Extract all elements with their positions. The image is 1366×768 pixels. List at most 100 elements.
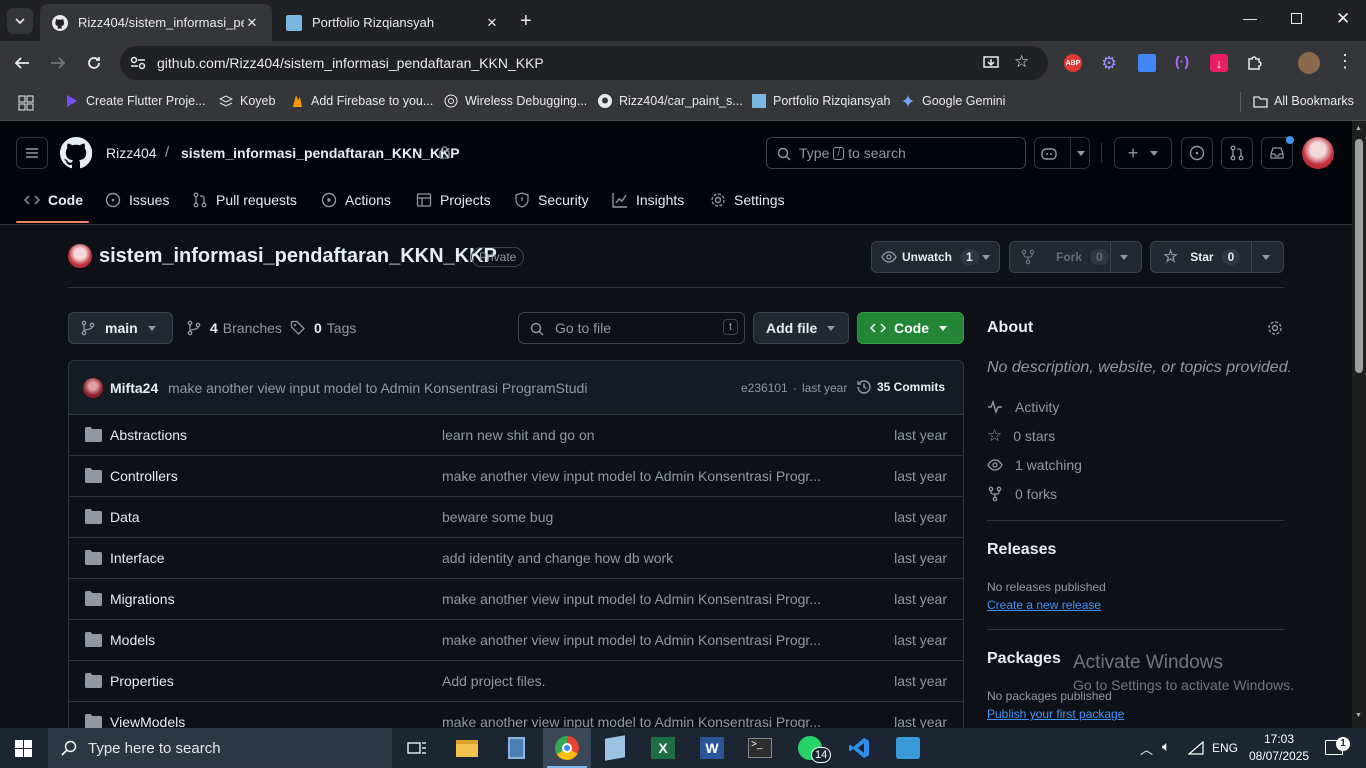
bookmark-wireless-debugging[interactable]: Wireless Debugging... (443, 93, 587, 109)
bookmark-gemini[interactable]: Google Gemini (900, 93, 1005, 109)
address-bar[interactable]: github.com/Rizz404/sistem_informasi_pend… (120, 46, 1048, 80)
table-row[interactable]: Abstractions learn new shit and go on last… (69, 414, 963, 455)
file-name[interactable]: Interface (110, 550, 164, 566)
file-name[interactable]: Abstractions (110, 427, 187, 443)
repo-title[interactable]: sistem_informasi_pendaftaran_KKN_KKP (99, 245, 497, 268)
table-row[interactable]: Properties Add project files. last year (69, 660, 963, 701)
pull-requests-button[interactable] (1221, 137, 1253, 169)
tab-settings[interactable]: Settings (710, 185, 785, 215)
reload-icon[interactable] (86, 55, 102, 71)
tab-security[interactable]: Security (514, 185, 589, 215)
tab-code[interactable]: Code (24, 185, 83, 215)
global-search-input[interactable]: Type / to search (766, 137, 1026, 169)
chrome-icon[interactable] (553, 734, 581, 762)
file-commit-message[interactable]: add identity and change how db work (442, 550, 673, 566)
close-window-icon[interactable]: ✕ (1336, 9, 1350, 29)
bookmark-flutter[interactable]: Create Flutter Proje... (64, 93, 206, 109)
tab-search-button[interactable] (7, 8, 33, 34)
repo-owner-avatar[interactable] (68, 244, 92, 268)
clock-time[interactable]: 17:03 (1264, 732, 1294, 746)
file-commit-message[interactable]: learn new shit and go on (442, 427, 595, 443)
file-name[interactable]: Data (110, 509, 140, 525)
commit-message[interactable]: make another view input model to Admin K… (168, 380, 587, 396)
input-language[interactable]: ENG (1212, 741, 1238, 755)
scroll-up-icon[interactable]: ▲ (1355, 125, 1362, 132)
create-release-link[interactable]: Create a new release (987, 598, 1101, 612)
tab-portfolio[interactable]: Portfolio Rizqiansyah ✕ (274, 4, 512, 41)
commit-hash[interactable]: e236101 (741, 381, 788, 395)
close-tab-icon[interactable]: ✕ (484, 15, 500, 31)
excel-icon[interactable]: X (649, 734, 677, 762)
site-info-icon[interactable] (130, 56, 146, 70)
table-row[interactable]: Migrations make another view input model … (69, 578, 963, 619)
code-dropdown-button[interactable]: Code (857, 312, 964, 344)
table-row[interactable]: Controllers make another view input model… (69, 455, 963, 496)
file-commit-message[interactable]: make another view input model to Admin K… (442, 468, 821, 484)
vscode-icon[interactable] (845, 734, 873, 762)
issues-button[interactable] (1181, 137, 1213, 169)
task-view-icon[interactable] (403, 734, 431, 762)
tab-actions[interactable]: Actions (321, 185, 391, 215)
apps-grid-icon[interactable] (18, 95, 34, 111)
windows-start-icon[interactable] (15, 740, 32, 757)
show-hidden-icons[interactable]: ︿ (1140, 739, 1153, 758)
table-row[interactable]: Interface add identity and change how db … (69, 537, 963, 578)
file-commit-message[interactable]: Add project files. (442, 673, 546, 689)
bookmark-star-icon[interactable]: ☆ (1014, 52, 1029, 72)
tab-issues[interactable]: Issues (105, 185, 169, 215)
file-commit-message[interactable]: make another view input model to Admin K… (442, 632, 821, 648)
publish-package-link[interactable]: Publish your first package (987, 707, 1124, 721)
star-button[interactable]: ☆ Star 0 (1150, 241, 1284, 273)
file-explorer-icon[interactable] (453, 734, 481, 762)
watching-link[interactable]: 1 watching (987, 457, 1082, 473)
bookmark-firebase[interactable]: Add Firebase to you... (289, 93, 433, 109)
stars-link[interactable]: ☆ 0 stars (987, 427, 1055, 444)
copilot-button[interactable] (1034, 137, 1090, 169)
menu-kebab-icon[interactable]: ⋮ (1336, 51, 1354, 72)
unwatch-button[interactable]: Unwatch 1 (871, 241, 1000, 273)
commit-author[interactable]: Mifta24 (110, 380, 158, 396)
minimize-icon[interactable]: — (1243, 10, 1257, 26)
bookmark-car-paint[interactable]: Rizz404/car_paint_s... (597, 93, 743, 109)
photos-app-icon[interactable] (894, 734, 922, 762)
volume-icon[interactable]: 🔈︎ (1162, 738, 1170, 755)
page-scrollbar[interactable]: ▲ ▼ (1352, 121, 1366, 728)
tab-github-repo[interactable]: Rizz404/sistem_informasi_pendaftaran_KKN… (40, 4, 272, 41)
user-avatar[interactable] (1302, 137, 1334, 169)
branches-link[interactable]: 4 Branches (187, 320, 282, 336)
tab-pull-requests[interactable]: Pull requests (192, 185, 297, 215)
tab-projects[interactable]: Projects (416, 185, 491, 215)
commits-history-link[interactable]: 35 Commits (856, 379, 945, 395)
forward-icon[interactable] (50, 55, 66, 71)
network-icon[interactable] (1188, 741, 1204, 755)
github-logo-icon[interactable] (60, 137, 92, 169)
notes-app-icon[interactable] (601, 734, 629, 762)
settings-extension-icon[interactable]: ⚙ (1101, 53, 1117, 74)
add-file-button[interactable]: Add file (753, 312, 849, 344)
bookmark-koyeb[interactable]: Koyeb (218, 93, 275, 109)
menu-button[interactable] (16, 137, 48, 169)
adblock-extension-icon[interactable]: ABP (1064, 54, 1082, 72)
terminal-icon[interactable]: >_ (746, 734, 774, 762)
tab-insights[interactable]: Insights (612, 185, 684, 215)
file-name[interactable]: Models (110, 632, 155, 648)
create-new-button[interactable]: + (1114, 137, 1172, 169)
all-bookmarks[interactable]: All Bookmarks (1252, 93, 1354, 109)
clock-date[interactable]: 08/07/2025 (1249, 749, 1309, 763)
back-icon[interactable] (14, 55, 30, 71)
forks-link[interactable]: 0 forks (987, 486, 1057, 502)
new-tab-icon[interactable]: + (520, 10, 532, 33)
gear-icon[interactable] (1267, 320, 1283, 336)
close-tab-icon[interactable]: ✕ (244, 15, 260, 31)
file-name[interactable]: Properties (110, 673, 174, 689)
file-name[interactable]: Migrations (110, 591, 175, 607)
taskbar-search-input[interactable]: Type here to search (48, 728, 392, 768)
file-name[interactable]: Controllers (110, 468, 178, 484)
tags-link[interactable]: 0 Tags (290, 320, 356, 336)
bookmark-portfolio[interactable]: Portfolio Rizqiansyah (751, 93, 890, 109)
extensions-puzzle-icon[interactable] (1246, 54, 1264, 72)
install-app-icon[interactable] (983, 55, 999, 71)
file-commit-message[interactable]: beware some bug (442, 509, 553, 525)
table-row[interactable]: Data beware some bug last year (69, 496, 963, 537)
go-to-file-input[interactable]: Go to file t (518, 312, 745, 344)
